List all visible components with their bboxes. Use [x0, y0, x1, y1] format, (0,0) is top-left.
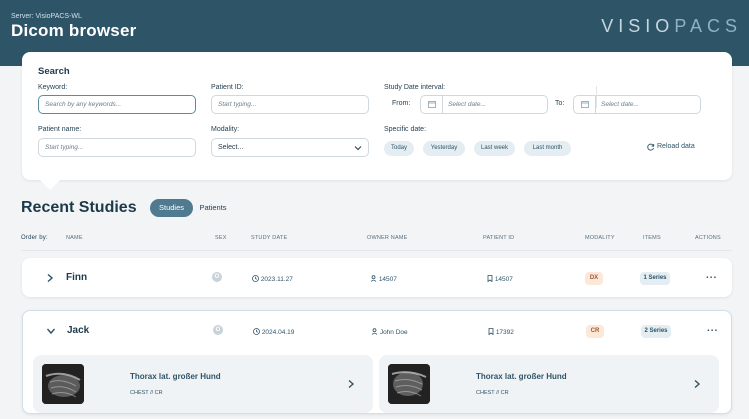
column-header-patient-id[interactable]: PATIENT ID	[483, 235, 514, 241]
study-row[interactable]: Finn O 2023.11.27 14507 14507 DX 1 Serie…	[22, 258, 732, 297]
from-date-placeholder: Select date...	[448, 101, 486, 108]
calendar-icon	[421, 96, 443, 113]
series-card[interactable]: Thorax lat. großer Hund CHEST // CR	[33, 355, 373, 413]
chevron-right-icon[interactable]	[347, 379, 355, 389]
user-icon	[370, 275, 377, 282]
to-date-placeholder: Select date...	[601, 101, 639, 108]
specific-date-label: Specific date:	[384, 126, 427, 133]
chevron-down-icon[interactable]	[46, 326, 56, 336]
bookmark-icon	[487, 275, 493, 283]
column-header-actions: ACTIONS	[695, 235, 721, 241]
chevron-down-icon	[354, 146, 362, 151]
chip-last-month[interactable]: Last month	[524, 141, 571, 156]
column-header-items[interactable]: ITEMS	[643, 235, 661, 241]
xray-thumbnail	[388, 364, 430, 404]
clock-icon	[252, 275, 259, 282]
patient-name-label: Patient name:	[38, 126, 82, 133]
keyword-input[interactable]: Search by any keywords...	[38, 95, 196, 114]
modality-badge: CR	[586, 325, 604, 338]
recent-studies-title: Recent Studies	[21, 199, 137, 216]
xray-thumbnail	[42, 364, 84, 404]
modality-label: Modality:	[211, 126, 240, 133]
series-card[interactable]: Thorax lat. großer Hund CHEST // CR	[379, 355, 719, 413]
study-date: 2024.04.19	[253, 328, 294, 336]
tab-patients[interactable]: Patients	[194, 199, 232, 217]
search-panel: Search Keyword: Search by any keywords..…	[22, 52, 732, 190]
from-label: From:	[392, 100, 411, 107]
user-icon	[371, 328, 378, 335]
divider	[596, 86, 597, 108]
chip-last-week[interactable]: Last week	[474, 141, 515, 156]
search-title: Search	[38, 66, 70, 77]
patient-id: 14507	[487, 275, 513, 283]
server-label: Server: VisioPACS-WL	[11, 13, 82, 20]
keyword-label: Keyword:	[38, 84, 68, 91]
series-subtitle: CHEST // CR	[130, 390, 163, 396]
modality-select[interactable]: Select...	[211, 138, 369, 157]
chevron-right-icon[interactable]	[45, 273, 55, 283]
patient-id: 17392	[488, 328, 514, 336]
bookmark-icon	[488, 328, 494, 336]
patient-id-label: Patient ID:	[211, 84, 244, 91]
tab-studies[interactable]: Studies	[150, 199, 193, 217]
to-date-picker[interactable]: Select date...	[573, 95, 701, 114]
chip-today[interactable]: Today	[384, 141, 414, 156]
column-header-name[interactable]: NAME	[66, 235, 83, 241]
column-header-sex[interactable]: SEX	[215, 235, 227, 241]
clock-icon	[253, 328, 260, 335]
study-patient-name: Jack	[67, 325, 90, 336]
visiopacs-logo: VISIOPACS	[601, 16, 742, 36]
more-actions-button[interactable]: ...	[707, 323, 718, 334]
sex-unknown-icon: O	[213, 325, 223, 335]
more-actions-button[interactable]: ...	[706, 270, 717, 281]
page-title: Dicom browser	[11, 21, 137, 40]
patient-name-input[interactable]: Start typing...	[38, 138, 196, 157]
patient-id-input[interactable]: Start typing...	[211, 95, 369, 114]
series-title: Thorax lat. großer Hund	[130, 372, 221, 381]
order-by-label: Order by:	[21, 235, 48, 241]
calendar-icon	[574, 96, 596, 113]
chip-yesterday[interactable]: Yesterday	[423, 141, 465, 156]
series-title: Thorax lat. großer Hund	[476, 372, 567, 381]
header-divider	[21, 250, 732, 251]
refresh-icon	[647, 143, 655, 151]
series-subtitle: CHEST // CR	[476, 390, 509, 396]
reload-data-button[interactable]: Reload data	[647, 143, 695, 151]
column-header-modality[interactable]: MODALITY	[585, 235, 615, 241]
sex-unknown-icon: O	[212, 272, 222, 282]
modality-badge: DX	[585, 272, 603, 285]
from-date-picker[interactable]: Select date...	[420, 95, 548, 114]
study-date-label: Study Date interval:	[384, 84, 446, 91]
owner-name: John Doe	[371, 328, 408, 336]
to-label: To:	[555, 100, 565, 107]
study-date: 2023.11.27	[252, 275, 293, 283]
items-badge: 2 Series	[641, 325, 671, 338]
column-header-owner-name[interactable]: OWNER NAME	[367, 235, 408, 241]
study-patient-name: Finn	[66, 272, 88, 283]
owner-name: 14507	[370, 275, 397, 283]
column-header-study-date[interactable]: STUDY DATE	[251, 235, 287, 241]
chevron-right-icon[interactable]	[693, 379, 701, 389]
items-badge: 1 Series	[640, 272, 670, 285]
